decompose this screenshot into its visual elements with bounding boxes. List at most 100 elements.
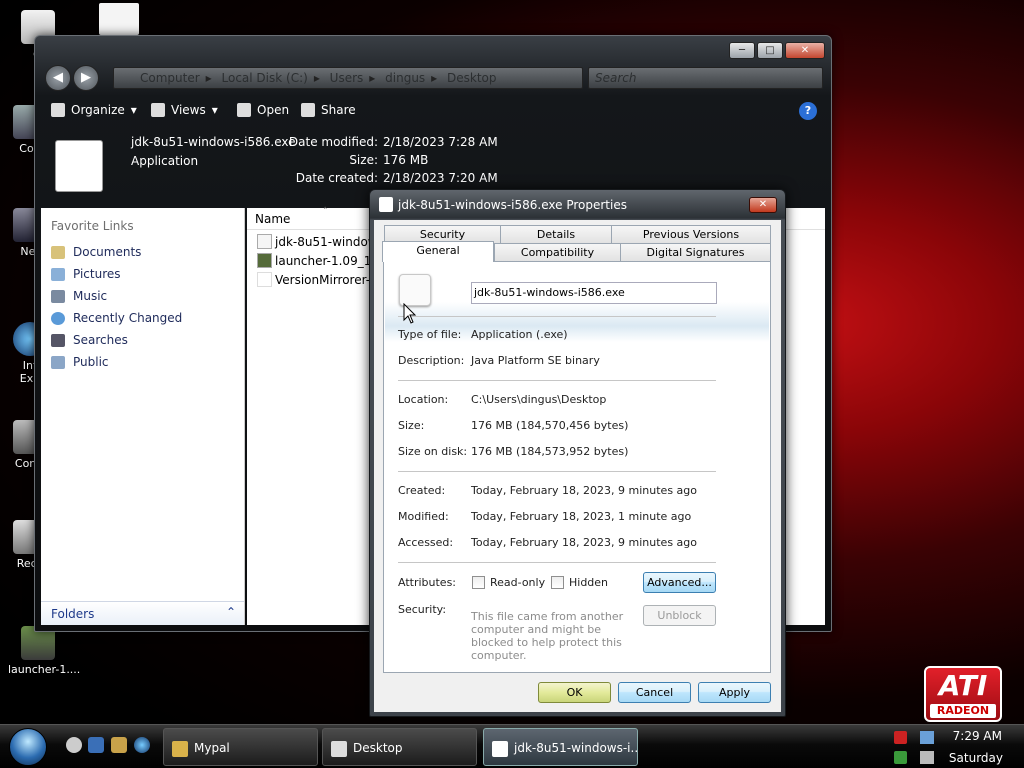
close-button[interactable]: ✕ (785, 42, 825, 59)
location-label: Location: (398, 393, 449, 406)
dialog-title: jdk-8u51-windows-i586.exe Properties (398, 198, 627, 212)
type-value: Application (.exe) (471, 328, 568, 341)
filename-field[interactable]: jdk-8u51-windows-i586.exe (471, 282, 717, 304)
chevron-up-icon: ⌃ (225, 605, 236, 619)
fav-pictures[interactable]: Pictures (41, 263, 244, 285)
details-date-modified-label: Date modified: (288, 135, 378, 149)
mouse-cursor-icon (403, 303, 417, 324)
tab-previous-versions[interactable]: Previous Versions (611, 225, 771, 243)
file-row[interactable]: launcher-1.09_16. (257, 253, 383, 268)
open-button[interactable]: Open (237, 103, 289, 117)
views-icon (151, 103, 165, 117)
internet-explorer-icon[interactable] (134, 737, 150, 753)
security-alert-icon[interactable] (894, 731, 907, 744)
taskbar-button-desktop[interactable]: Desktop (322, 728, 477, 766)
description-label: Description: (398, 354, 465, 367)
advanced-button[interactable]: Advanced... (643, 572, 716, 593)
java-icon (55, 140, 103, 192)
fav-public[interactable]: Public (41, 351, 244, 373)
start-button[interactable] (9, 728, 47, 766)
tab-compatibility[interactable]: Compatibility (494, 243, 621, 261)
search-input[interactable]: Search (588, 67, 823, 89)
chevron-down-icon: ▾ (130, 103, 137, 117)
network-icon[interactable] (920, 731, 934, 744)
hidden-label[interactable]: Hidden (569, 576, 608, 589)
ok-button[interactable]: OK (538, 682, 611, 703)
back-button[interactable]: ◀ (45, 65, 71, 91)
quick-launch-icon[interactable] (66, 737, 82, 753)
folders-toggle[interactable]: Folders ⌃ (41, 601, 244, 625)
tab-details[interactable]: Details (500, 225, 612, 243)
size-on-disk-label: Size on disk: (398, 445, 468, 458)
address-row: ◀ ▶ Computer ▸ Local Disk (C:) ▸ Users ▸ di… (43, 64, 823, 92)
taskbar-button-mypal[interactable]: Mypal (163, 728, 318, 766)
unblock-button[interactable]: Unblock (643, 605, 716, 626)
security-label: Security: (398, 603, 447, 616)
system-tray: 7:29 AM Saturday (894, 725, 1024, 768)
clock-time[interactable]: 7:29 AM (953, 729, 1002, 743)
breadcrumb-computer[interactable]: Computer (140, 71, 200, 85)
breadcrumb-users[interactable]: Users (330, 71, 364, 85)
share-button[interactable]: Share (301, 103, 356, 117)
fav-music[interactable]: Music (41, 285, 244, 307)
breadcrumb-desktop[interactable]: Desktop (447, 71, 497, 85)
description-value: Java Platform SE binary (471, 354, 600, 367)
organize-icon (51, 103, 65, 117)
size-value: 176 MB (184,570,456 bytes) (471, 419, 629, 432)
type-label: Type of file: (398, 328, 462, 341)
desktop-icon-launcher[interactable]: launcher-1.... (8, 626, 81, 676)
breadcrumb-local-disk[interactable]: Local Disk (C:) (222, 71, 308, 85)
created-value: Today, February 18, 2023, 9 minutes ago (471, 484, 697, 497)
taskbar: Mypal Desktop jdk-8u51-windows-i... 7:29… (0, 724, 1024, 768)
details-size: 176 MB (383, 153, 429, 167)
recently-changed-icon (51, 311, 65, 325)
address-bar[interactable]: Computer ▸ Local Disk (C:) ▸ Users ▸ dingus… (113, 67, 583, 89)
fav-recently-changed[interactable]: Recently Changed (41, 307, 244, 329)
minimize-button[interactable]: ─ (729, 42, 755, 59)
tab-general[interactable]: General (382, 241, 494, 262)
organize-button[interactable]: Organize ▾ (51, 103, 137, 117)
blank-file-icon[interactable] (99, 3, 139, 35)
modified-value: Today, February 18, 2023, 1 minute ago (471, 510, 692, 523)
hidden-checkbox[interactable] (551, 576, 564, 589)
details-type: Application (131, 154, 199, 168)
attributes-label: Attributes: (398, 576, 457, 589)
taskbar-button-jdk-properties[interactable]: jdk-8u51-windows-i... (483, 728, 638, 766)
volume-icon[interactable] (920, 751, 934, 764)
properties-dialog[interactable]: jdk-8u51-windows-i586.exe Properties ✕ S… (369, 189, 786, 717)
created-label: Created: (398, 484, 446, 497)
help-icon[interactable]: ? (799, 102, 817, 120)
favorite-links-header: Favorite Links (51, 219, 134, 233)
safely-remove-icon[interactable] (894, 751, 907, 764)
details-date-created-label: Date created: (295, 171, 378, 185)
tab-digital-signatures[interactable]: Digital Signatures (620, 243, 771, 261)
documents-icon (51, 245, 65, 259)
share-icon (301, 103, 315, 117)
desktop-icon-label: launcher-1.... (8, 663, 81, 676)
apply-button[interactable]: Apply (698, 682, 771, 703)
mypal-icon (172, 741, 188, 757)
searches-icon (51, 333, 65, 347)
maximize-button[interactable]: □ (757, 42, 783, 59)
window-caption-buttons: ─ □ ✕ (729, 42, 825, 59)
clock-day[interactable]: Saturday (949, 751, 1003, 765)
views-button[interactable]: Views ▾ (151, 103, 218, 117)
accessed-label: Accessed: (398, 536, 454, 549)
switch-windows-icon[interactable] (111, 737, 127, 753)
breadcrumb-dingus[interactable]: dingus (385, 71, 425, 85)
blank-file-icon (257, 272, 272, 287)
show-desktop-icon[interactable] (88, 737, 104, 753)
file-row[interactable]: VersionMirrorer-v (257, 272, 377, 287)
java-icon (399, 274, 431, 306)
forward-button[interactable]: ▶ (73, 65, 99, 91)
music-icon (51, 289, 65, 303)
file-row[interactable]: jdk-8u51-window (257, 234, 378, 249)
read-only-label[interactable]: Read-only (490, 576, 545, 589)
fav-searches[interactable]: Searches (41, 329, 244, 351)
security-text: This file came from another computer and… (471, 610, 624, 662)
read-only-checkbox[interactable] (472, 576, 485, 589)
cancel-button[interactable]: Cancel (618, 682, 691, 703)
fav-documents[interactable]: Documents (41, 241, 244, 263)
open-icon (237, 103, 251, 117)
dialog-close-button[interactable]: ✕ (749, 197, 777, 213)
